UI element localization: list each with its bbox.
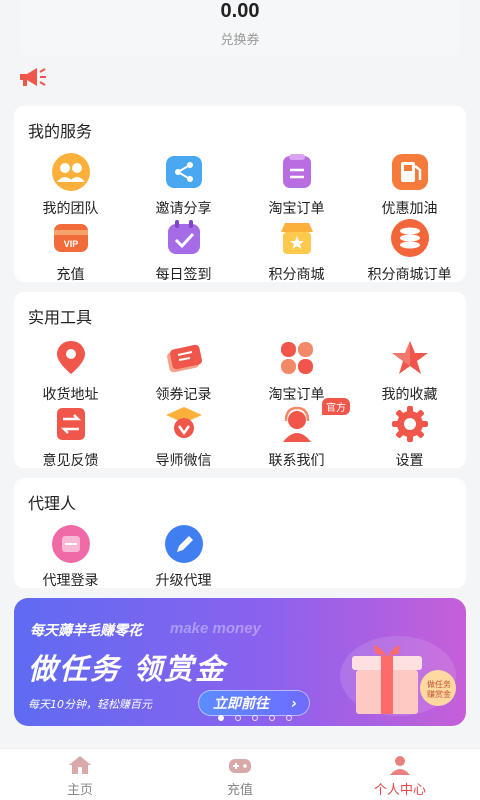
- official-badge: 官方: [322, 398, 350, 415]
- tool-label: 导师微信: [155, 453, 212, 469]
- tab-profile[interactable]: 个人中心: [320, 755, 480, 798]
- tab-label: 主页: [66, 783, 93, 798]
- balance-label: 兑换券: [220, 33, 260, 48]
- balance-card[interactable]: 0.00 兑换券: [20, 0, 460, 56]
- service-item-share[interactable]: 邀请分享: [127, 152, 240, 218]
- service-item-checkin[interactable]: 每日签到: [127, 218, 240, 284]
- home-icon: [69, 756, 91, 774]
- clover-icon: [280, 342, 313, 374]
- go-now-button[interactable]: 立即前往 ›: [198, 690, 310, 716]
- share-icon: [165, 156, 202, 188]
- person-icon: [390, 756, 410, 775]
- service-label: 优惠加油: [381, 201, 438, 217]
- agent-label: 升级代理: [155, 573, 212, 589]
- tool-item-address[interactable]: 收货地址: [14, 338, 127, 404]
- agent-card: 代理人 代理登录 升级代理: [14, 478, 466, 590]
- tab-label: 充值: [226, 783, 253, 798]
- feedback-icon: [56, 408, 85, 440]
- service-label: 我的团队: [42, 201, 99, 217]
- tool-item-contact[interactable]: 官方 联系我们: [240, 398, 353, 470]
- carousel-dot[interactable]: [235, 715, 242, 721]
- agent-item-login[interactable]: 代理登录: [14, 524, 127, 590]
- vip-recharge-icon: VIP: [53, 224, 88, 252]
- service-label: 充值: [56, 267, 85, 283]
- mentor-icon: [165, 407, 202, 438]
- carousel-dot[interactable]: [286, 715, 293, 721]
- chevron-right-icon: ›: [291, 696, 297, 712]
- customer-service-icon: [282, 406, 311, 442]
- services-card: 我的服务 我的团队 邀请分享 淘宝订单 优惠加油 VIP 充值 每日签到 积分商…: [14, 106, 466, 284]
- gear-icon: [391, 406, 428, 442]
- svg-text:VIP: VIP: [63, 239, 78, 249]
- pencil-icon: [164, 525, 203, 563]
- service-item-points-order[interactable]: 积分商城订单: [353, 218, 466, 284]
- service-item-taobao-order[interactable]: 淘宝订单: [240, 152, 353, 218]
- service-label: 积分商城: [268, 267, 325, 283]
- gamepad-icon: [229, 759, 251, 773]
- tool-item-coupons[interactable]: 领券记录: [127, 338, 240, 404]
- carousel-dot[interactable]: [269, 715, 276, 721]
- bottom-tab-bar: 主页 充值 个人中心: [0, 748, 480, 800]
- tool-item-favorites[interactable]: 我的收藏: [353, 338, 466, 404]
- carousel-dot[interactable]: [218, 715, 224, 721]
- tab-home[interactable]: 主页: [0, 755, 160, 798]
- coupon-icon: [166, 344, 202, 373]
- service-item-team[interactable]: 我的团队: [14, 152, 127, 218]
- service-item-recharge[interactable]: VIP 充值: [14, 218, 127, 284]
- location-pin-icon: [56, 341, 85, 374]
- service-label: 每日签到: [155, 267, 212, 283]
- service-label: 淘宝订单: [268, 201, 325, 217]
- gift-tag-text: 做任务 赚赏金: [427, 680, 451, 699]
- tool-item-taobao-order[interactable]: 淘宝订单: [240, 338, 353, 404]
- tool-label: 意见反馈: [42, 453, 99, 469]
- star-icon: [391, 341, 428, 374]
- gift-box-icon: [340, 636, 456, 716]
- carousel-dot[interactable]: [252, 715, 259, 721]
- points-mall-icon: [280, 223, 313, 254]
- team-icon: [51, 153, 90, 191]
- agent-item-upgrade[interactable]: 升级代理: [127, 524, 240, 590]
- service-item-fuel[interactable]: 优惠加油: [353, 152, 466, 218]
- service-label: 邀请分享: [155, 201, 212, 217]
- tools-card: 实用工具 收货地址 领券记录 淘宝订单 我的收藏 意见反馈 导师微信 官方 联系…: [14, 292, 466, 470]
- tool-item-mentor[interactable]: 导师微信: [127, 404, 240, 470]
- tool-label: 我的收藏: [381, 387, 438, 403]
- carousel-dots: [218, 706, 298, 721]
- service-label: 积分商城订单: [367, 267, 452, 283]
- calendar-checkin-icon: [167, 220, 200, 254]
- tool-item-settings[interactable]: 设置: [353, 404, 466, 470]
- tab-label: 个人中心: [373, 783, 426, 798]
- points-order-icon: [390, 219, 429, 257]
- balance-value: 0.00: [220, 0, 260, 22]
- agent-label: 代理登录: [42, 573, 99, 589]
- tab-recharge[interactable]: 充值: [160, 755, 320, 798]
- agent-title: 代理人: [28, 494, 77, 513]
- service-item-points-mall[interactable]: 积分商城: [240, 218, 353, 284]
- services-title: 我的服务: [28, 122, 93, 141]
- tool-label: 收货地址: [42, 387, 99, 403]
- fuel-icon: [391, 154, 428, 190]
- tools-title: 实用工具: [28, 308, 93, 327]
- tool-label: 领券记录: [155, 387, 212, 403]
- taobao-order-icon: [282, 154, 311, 188]
- agent-login-icon: [51, 525, 90, 563]
- tool-item-feedback[interactable]: 意见反馈: [14, 404, 127, 470]
- promo-banner[interactable]: 每天薅羊毛赚零花 make money 做任务 领赏金 每天10分钟，轻松赚百元…: [14, 598, 466, 726]
- megaphone-icon[interactable]: [18, 66, 48, 88]
- banner-tagline: 每天薅羊毛赚零花: [30, 623, 142, 639]
- tool-label: 设置: [395, 453, 424, 469]
- banner-headline: 做任务 领赏金: [28, 652, 227, 686]
- banner-watermark: make money: [170, 620, 261, 637]
- tool-label: 联系我们: [268, 453, 325, 469]
- banner-subtext: 每天10分钟，轻松赚百元: [28, 698, 152, 711]
